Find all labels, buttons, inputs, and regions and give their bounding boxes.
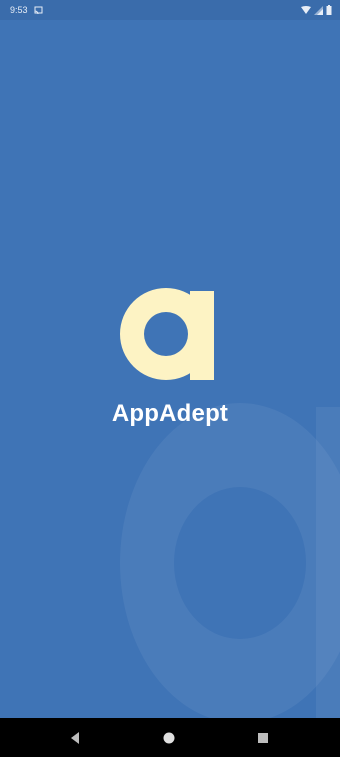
home-button[interactable]: [158, 727, 180, 749]
splash-screen: AppAdept: [0, 20, 340, 718]
status-bar: 9:53: [0, 0, 340, 20]
recents-button[interactable]: [252, 727, 274, 749]
status-left: 9:53: [10, 5, 44, 15]
cast-icon: [34, 6, 44, 15]
status-time: 9:53: [10, 5, 28, 15]
cellular-icon: [314, 5, 323, 15]
logo-watermark-icon: [120, 403, 340, 718]
recents-square-icon: [258, 733, 268, 743]
back-triangle-icon: [71, 732, 79, 744]
wifi-icon: [301, 5, 311, 15]
status-right: [301, 5, 332, 15]
navigation-bar: [0, 718, 340, 757]
app-name: AppAdept: [111, 400, 229, 427]
back-button[interactable]: [64, 727, 86, 749]
home-circle-icon: [163, 732, 175, 744]
battery-icon: [326, 5, 332, 15]
app-logo-icon: [120, 288, 214, 380]
